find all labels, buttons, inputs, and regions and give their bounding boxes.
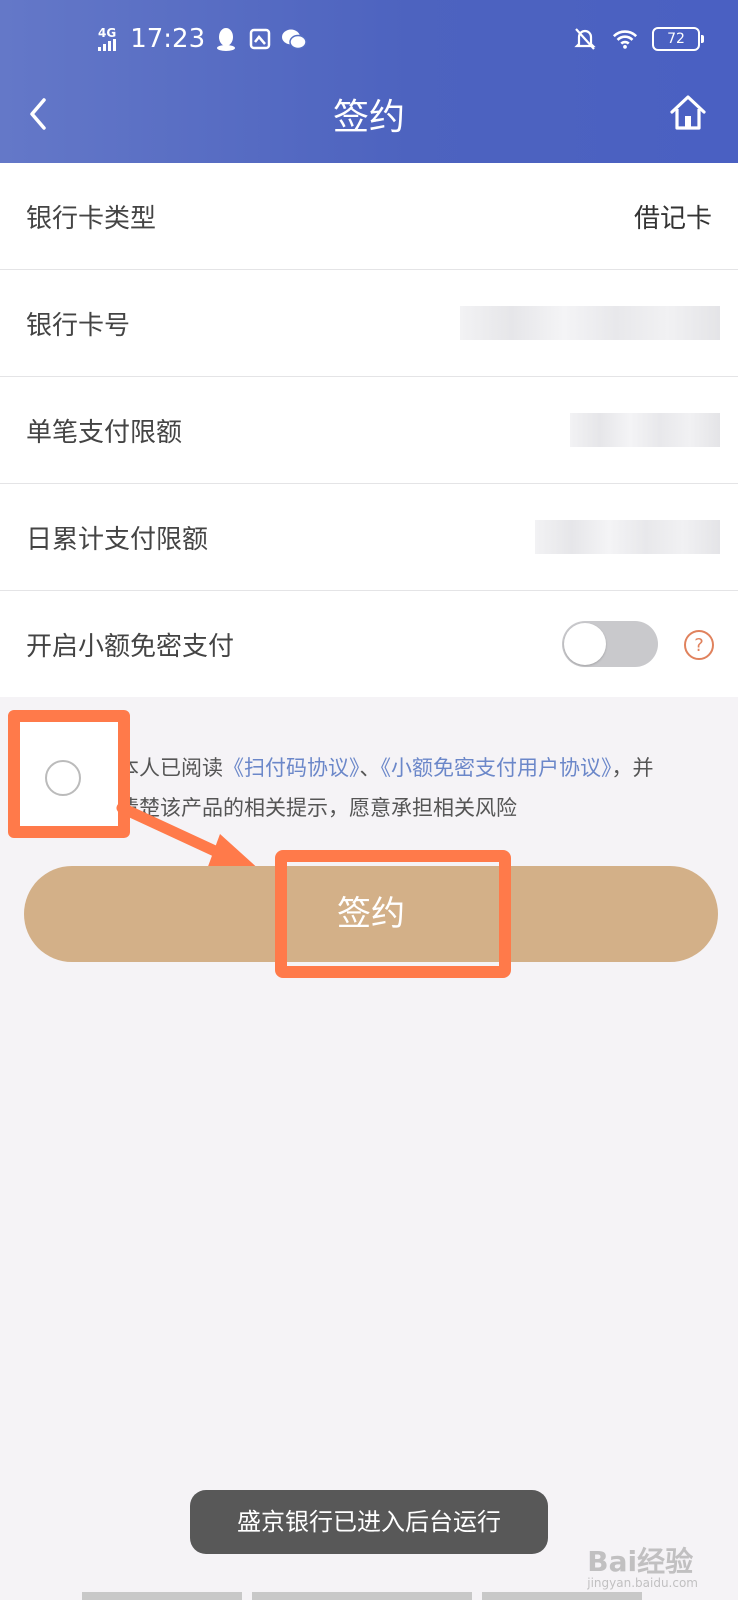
watermark-text: Bai经验 [587, 1545, 694, 1578]
watermark: Bai经验 jingyan.baidu.com [587, 1540, 698, 1590]
background-toast: 盛京银行已进入后台运行 [190, 1490, 548, 1554]
nav-indicator-left [82, 1592, 242, 1600]
sign-button[interactable]: 签约 [24, 866, 718, 962]
nav-indicator-right [482, 1592, 642, 1600]
nav-indicator-middle [252, 1592, 472, 1600]
watermark-sub: jingyan.baidu.com [587, 1576, 698, 1590]
guide-arrow-icon [116, 802, 262, 880]
